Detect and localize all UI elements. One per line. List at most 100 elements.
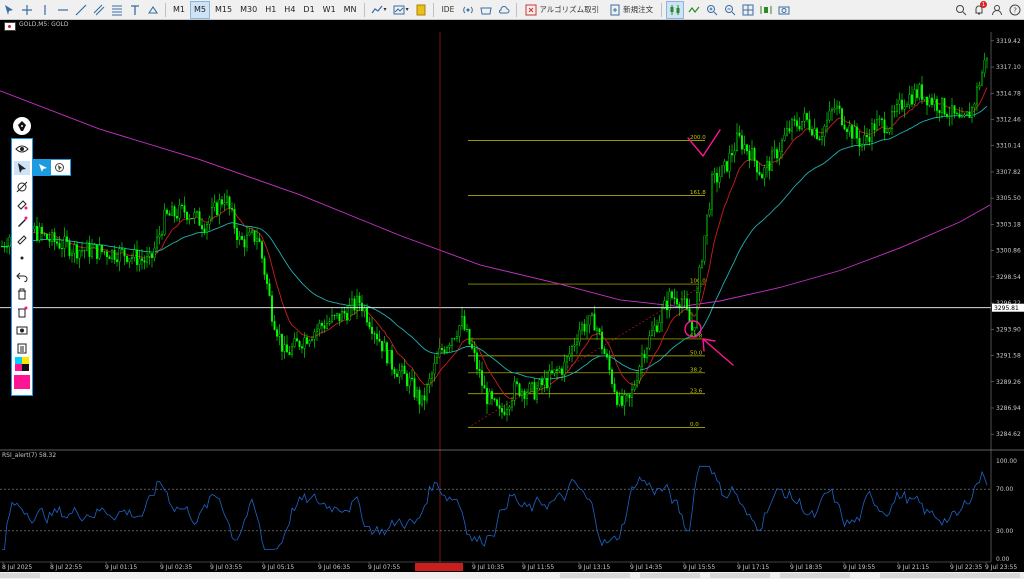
eye-icon	[15, 145, 29, 153]
arrow-select-option[interactable]	[34, 160, 51, 175]
candle-body	[668, 291, 671, 311]
candle-body	[110, 249, 113, 259]
candle-body	[353, 298, 356, 311]
candle-body	[461, 316, 464, 326]
time-label: 9 Jul 19:55	[843, 564, 875, 571]
select-tool-button[interactable]	[14, 161, 30, 175]
price-label: 3291.58	[996, 353, 1021, 360]
clear-icon	[18, 306, 28, 318]
candle-body	[796, 120, 799, 127]
candle-body	[225, 196, 228, 203]
candle-body	[496, 399, 499, 406]
time-label: 9 Jul 03:55	[210, 564, 242, 571]
candle-body	[578, 329, 581, 343]
candle-body	[381, 341, 384, 352]
candle-body	[561, 368, 564, 375]
pen-tool-button[interactable]	[13, 117, 31, 135]
candle-body	[743, 144, 746, 150]
candle-body	[153, 247, 156, 258]
undo-button[interactable]	[14, 269, 30, 283]
candle-body	[608, 357, 611, 370]
candle-body	[593, 313, 596, 331]
candle-body	[155, 236, 158, 249]
candle-body	[716, 173, 719, 183]
fibonacci-retracement[interactable]: 200.0161.8100.061.850.038.223.60.0	[467, 135, 706, 428]
candle-body	[701, 261, 704, 268]
candle-body	[736, 132, 739, 152]
price-label: 3307.82	[996, 169, 1021, 176]
visibility-button[interactable]	[14, 142, 30, 156]
candle-body	[173, 206, 176, 217]
arrow-cursor-icon	[38, 163, 47, 172]
fib-level-label: 50.0	[690, 350, 703, 356]
rsi-panel: 100.00 70.00 30.00 0.00	[0, 458, 1017, 563]
delete-button[interactable]	[14, 287, 30, 301]
candle-body	[846, 128, 849, 132]
time-label: 9 Jul 23:55	[985, 564, 1017, 571]
candle-body	[180, 204, 183, 206]
candle-body	[115, 259, 118, 262]
candle-body	[683, 298, 686, 300]
candle-body	[583, 323, 586, 332]
hide-drawings-button[interactable]	[14, 180, 30, 194]
current-color-swatch[interactable]	[14, 375, 30, 389]
check-mark-annotation	[687, 129, 721, 158]
candle-body	[861, 143, 864, 147]
candle-body	[343, 311, 346, 314]
candle-body	[356, 295, 359, 311]
candle-body	[741, 135, 744, 150]
pencil-tool-button[interactable]	[14, 215, 30, 229]
candle-body	[688, 308, 691, 322]
candle-body	[281, 333, 284, 352]
candle-body	[168, 213, 171, 216]
candle-body	[33, 226, 36, 230]
eraser-button[interactable]	[14, 197, 30, 211]
color-picker-button[interactable]	[14, 357, 30, 371]
candle-body	[613, 383, 616, 393]
candle-body	[56, 241, 59, 244]
candle-body	[428, 378, 431, 385]
capture-button[interactable]	[14, 323, 30, 337]
candle-body	[278, 333, 281, 337]
candle-body	[731, 153, 734, 156]
pencil-icon	[18, 216, 28, 227]
candle-body	[85, 242, 88, 251]
candle-body	[238, 236, 241, 240]
candle-body	[661, 308, 664, 323]
time-label: 9 Jul 02:35	[160, 564, 192, 571]
candle-body	[245, 234, 248, 248]
candle-body	[333, 315, 336, 317]
undo-icon	[16, 272, 28, 282]
price-chart[interactable]: 200.0161.8100.061.850.038.223.60.0 3319.…	[0, 0, 1024, 579]
highlighter-button[interactable]	[14, 233, 30, 247]
candle-body	[951, 105, 954, 117]
moving-averages	[0, 87, 991, 400]
candle-body	[591, 313, 594, 316]
lasso-select-option[interactable]	[51, 160, 68, 175]
candle-body	[68, 241, 71, 256]
dot-size-button[interactable]	[14, 251, 30, 265]
candle-body	[648, 335, 651, 349]
candle-body	[746, 144, 749, 152]
candle-body	[408, 377, 411, 387]
time-label: 9 Jul 01:15	[105, 564, 137, 571]
candle-body	[338, 313, 341, 322]
clear-all-button[interactable]	[14, 305, 30, 319]
candle-body	[323, 325, 326, 329]
candle-body	[391, 350, 394, 370]
candle-body	[303, 337, 306, 349]
notes-button[interactable]	[14, 341, 30, 355]
candle-body	[878, 118, 881, 120]
candle-body	[978, 85, 981, 88]
candle-body	[301, 346, 304, 349]
time-label: 9 Jul 11:55	[522, 564, 554, 571]
candle-body	[673, 297, 676, 299]
time-label: 9 Jul 05:15	[262, 564, 294, 571]
candle-body	[431, 373, 434, 379]
candle-body	[261, 241, 264, 259]
candle-body	[210, 207, 213, 219]
candle-body	[463, 316, 466, 330]
candle-body	[541, 379, 544, 386]
candle-body	[293, 338, 296, 347]
candle-body	[838, 105, 841, 109]
